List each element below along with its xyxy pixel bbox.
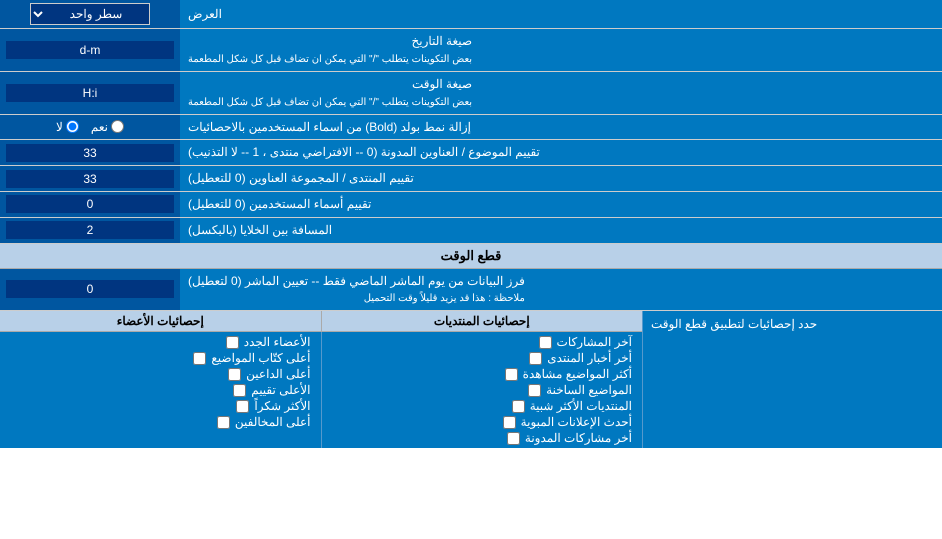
bold-no-label[interactable]: لا bbox=[56, 120, 79, 134]
checkboxes-row: آخر المشاركات أخر أخبار المنتدى أكثر الم… bbox=[0, 332, 642, 448]
cb-top-violators: أعلى المخالفين bbox=[10, 415, 311, 429]
cb-top-writers: أعلى كتّاب المواضيع bbox=[10, 351, 311, 365]
usernames-input-cell bbox=[0, 192, 180, 217]
cb-announcements-input[interactable] bbox=[503, 416, 516, 429]
col1-checkboxes: الأعضاء الجدد أعلى كتّاب المواضيع أعلى ا… bbox=[0, 332, 321, 448]
cb-most-similar: المنتديات الأكثر شبية bbox=[332, 399, 633, 413]
date-format-label: صيغة التاريخبعض التكوينات يتطلب "/" التي… bbox=[180, 29, 942, 71]
cell-spacing-label: المسافة بين الخلايا (بالبكسل) bbox=[180, 218, 942, 243]
cb-last-posts-input[interactable] bbox=[539, 336, 552, 349]
date-format-input[interactable] bbox=[6, 41, 174, 59]
bold-yes-radio[interactable] bbox=[111, 120, 124, 133]
cb-most-thanked-input[interactable] bbox=[236, 400, 249, 413]
cb-forum-news-input[interactable] bbox=[529, 352, 542, 365]
time-format-label: صيغة الوقتبعض التكوينات يتطلب "/" التي ي… bbox=[180, 72, 942, 114]
time-format-input[interactable] bbox=[6, 84, 174, 102]
col1-title: إحصائيات الأعضاء bbox=[0, 311, 321, 331]
cb-top-violators-input[interactable] bbox=[217, 416, 230, 429]
cb-new-members-input[interactable] bbox=[226, 336, 239, 349]
cb-last-posts: آخر المشاركات bbox=[332, 335, 633, 349]
cb-top-inviters: أعلى الداعين bbox=[10, 367, 311, 381]
cb-top-inviters-input[interactable] bbox=[228, 368, 241, 381]
bottom-title-row: إحصائيات المنتديات إحصائيات الأعضاء bbox=[0, 311, 642, 332]
cb-hot-topics: المواضيع الساخنة bbox=[332, 383, 633, 397]
display-select[interactable]: سطر واحد bbox=[30, 3, 150, 25]
cb-blog-posts: أخر مشاركات المدونة bbox=[332, 431, 633, 445]
limit-label: حدد إحصائيات لتطبيق قطع الوقت bbox=[642, 311, 942, 448]
time-cut-label: فرز البيانات من يوم الماشر الماضي فقط --… bbox=[180, 269, 942, 311]
cb-most-similar-input[interactable] bbox=[512, 400, 525, 413]
cb-most-viewed-input[interactable] bbox=[505, 368, 518, 381]
time-format-input-cell bbox=[0, 72, 180, 114]
checkboxes-area: إحصائيات المنتديات إحصائيات الأعضاء آخر … bbox=[0, 311, 642, 448]
display-label: العرض bbox=[180, 0, 942, 28]
cb-hot-topics-input[interactable] bbox=[528, 384, 541, 397]
cell-spacing-input[interactable] bbox=[6, 221, 174, 239]
cb-most-thanked: الأكثر شكراً bbox=[10, 399, 311, 413]
usernames-label: تقييم أسماء المستخدمين (0 للتعطيل) bbox=[180, 192, 942, 217]
bold-yes-label[interactable]: نعم bbox=[91, 120, 124, 134]
cb-top-writers-input[interactable] bbox=[193, 352, 206, 365]
topics-order-input[interactable] bbox=[6, 144, 174, 162]
bold-no-radio[interactable] bbox=[66, 120, 79, 133]
forum-group-input-cell bbox=[0, 166, 180, 191]
topics-order-label: تقييم الموضوع / العناوين المدونة (0 -- ا… bbox=[180, 140, 942, 165]
time-cut-header: قطع الوقت bbox=[0, 244, 942, 269]
col2-checkboxes: آخر المشاركات أخر أخبار المنتدى أكثر الم… bbox=[321, 332, 643, 448]
cb-new-members: الأعضاء الجدد bbox=[10, 335, 311, 349]
time-cut-input-cell bbox=[0, 269, 180, 311]
bold-remove-label: إزالة نمط بولد (Bold) من اسماء المستخدمي… bbox=[180, 115, 942, 140]
time-cut-input[interactable] bbox=[6, 280, 174, 298]
bold-remove-radio-cell: نعم لا bbox=[0, 115, 180, 140]
cb-top-rated: الأعلى تقييم bbox=[10, 383, 311, 397]
cb-announcements: أحدث الإعلانات المبوية bbox=[332, 415, 633, 429]
col2-title: إحصائيات المنتديات bbox=[321, 311, 643, 331]
cb-most-viewed: أكثر المواضيع مشاهدة bbox=[332, 367, 633, 381]
bottom-section: حدد إحصائيات لتطبيق قطع الوقت إحصائيات ا… bbox=[0, 311, 942, 448]
display-select-cell: سطر واحد bbox=[0, 0, 180, 28]
cb-blog-posts-input[interactable] bbox=[507, 432, 520, 445]
topics-order-input-cell bbox=[0, 140, 180, 165]
cell-spacing-input-cell bbox=[0, 218, 180, 243]
cb-top-rated-input[interactable] bbox=[233, 384, 246, 397]
forum-group-input[interactable] bbox=[6, 170, 174, 188]
usernames-input[interactable] bbox=[6, 195, 174, 213]
cb-forum-news: أخر أخبار المنتدى bbox=[332, 351, 633, 365]
forum-group-label: تقييم المنتدى / المجموعة العناوين (0 للت… bbox=[180, 166, 942, 191]
date-format-input-cell bbox=[0, 29, 180, 71]
